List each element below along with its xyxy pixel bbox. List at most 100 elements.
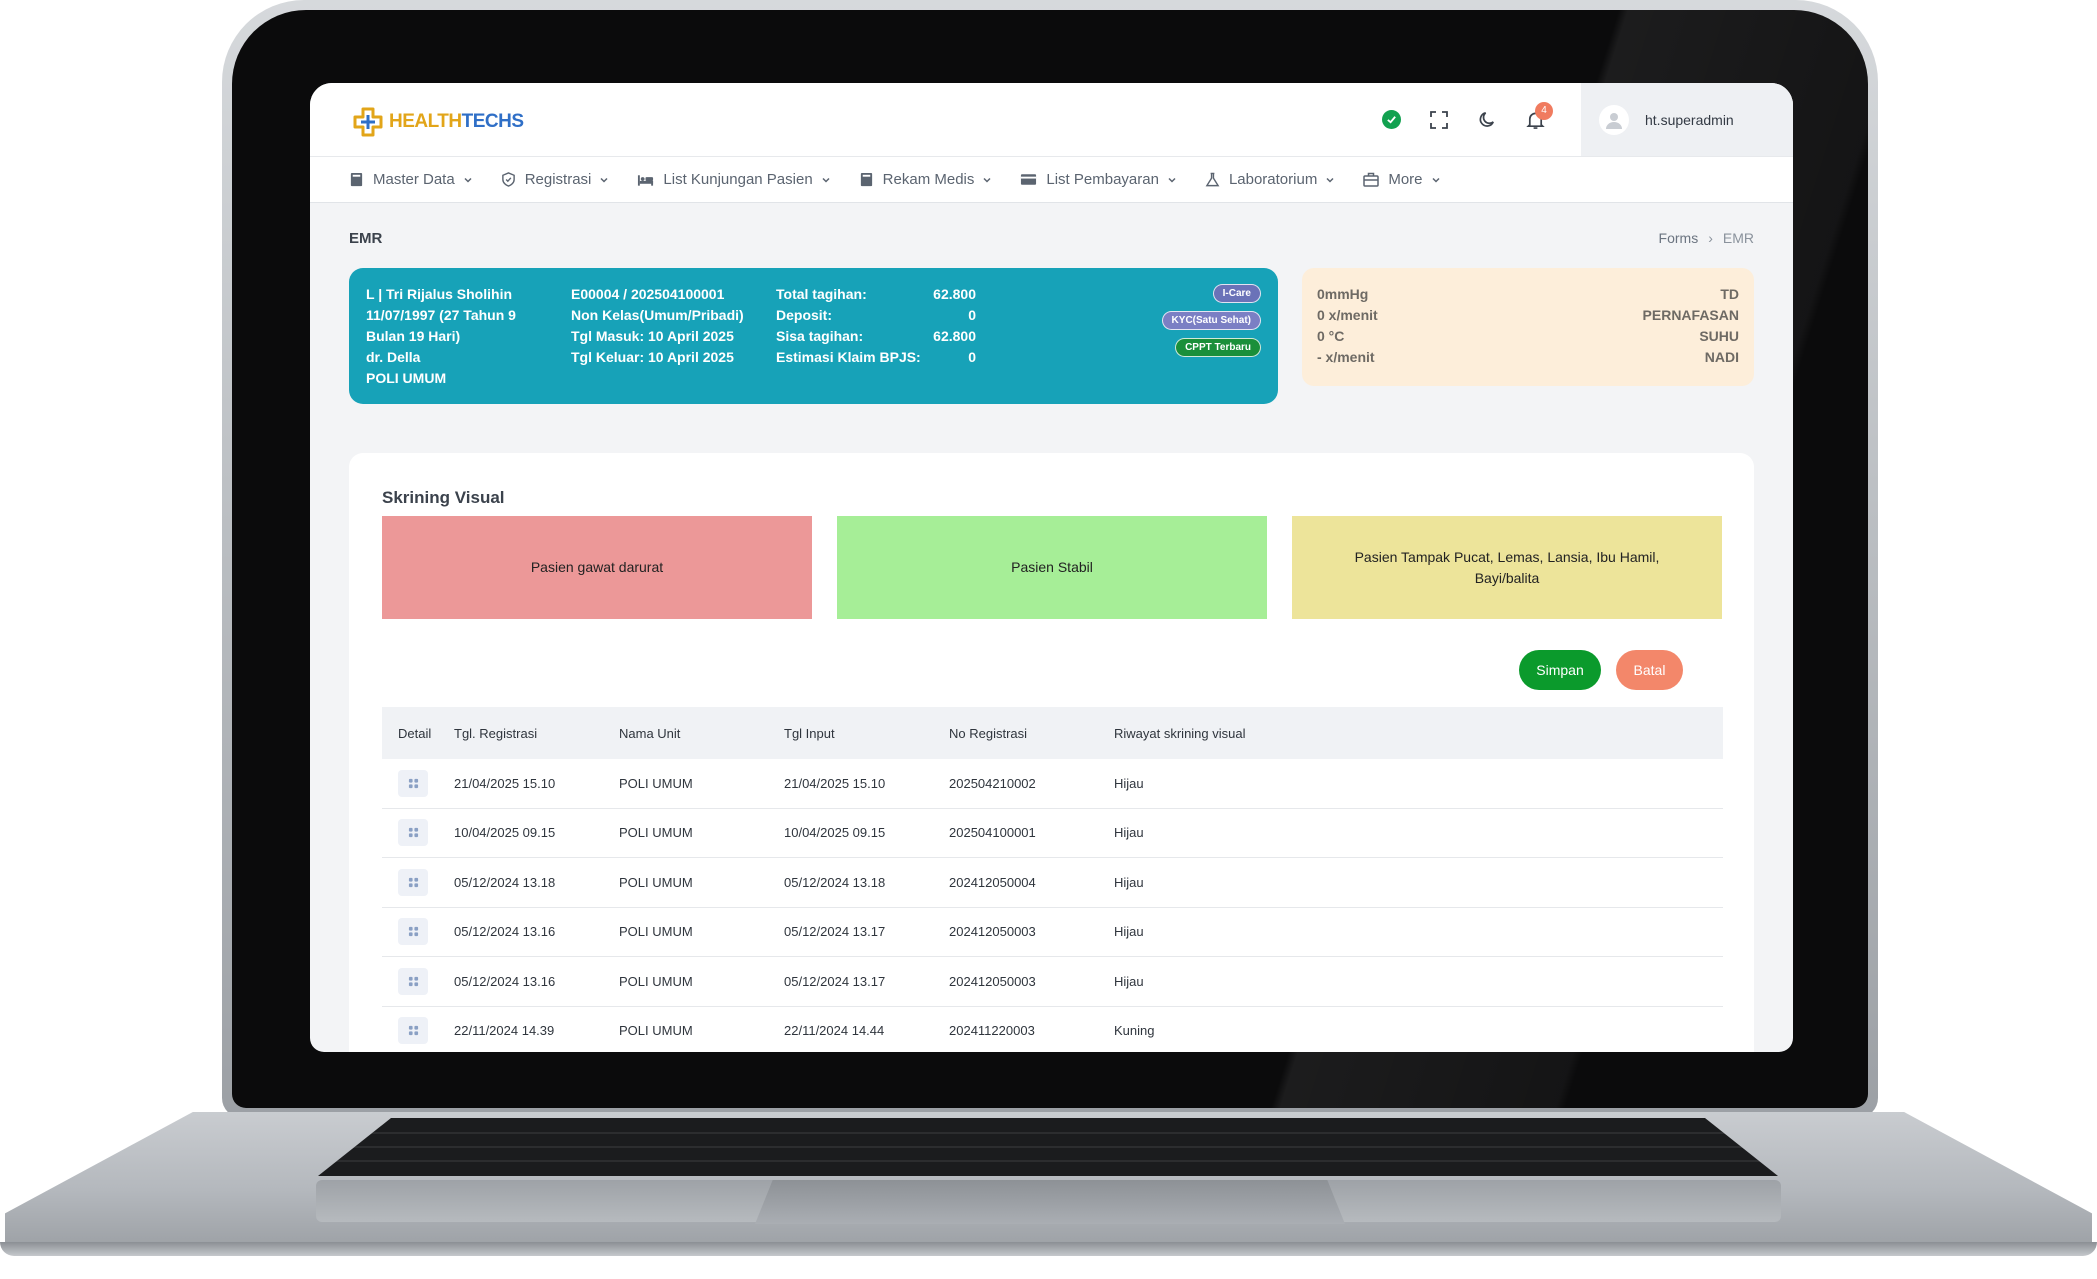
breadcrumb-forms[interactable]: Forms: [1659, 230, 1699, 246]
trackpad: [755, 1180, 1345, 1224]
fullscreen-icon: [1430, 110, 1448, 129]
vital-row: 0mmHg TD: [1317, 284, 1739, 305]
detail-cell: [382, 819, 454, 847]
billing-value: 62.800: [933, 328, 976, 344]
dark-mode-toggle[interactable]: [1463, 96, 1511, 144]
chevron-down-icon: [983, 177, 991, 183]
screening-history-table: Detail Tgl. Registrasi Nama Unit Tgl Inp…: [382, 707, 1723, 1052]
detail-button[interactable]: [398, 918, 428, 946]
column-header: Nama Unit: [619, 725, 681, 741]
detail-cell: [382, 868, 454, 896]
nav-label: Rekam Medis: [882, 171, 975, 188]
laptop-base: [0, 1112, 2097, 1279]
billing-label: Estimasi Klaim BPJS:: [776, 349, 921, 365]
keyboard: [318, 1118, 1778, 1176]
detail-button[interactable]: [398, 868, 428, 896]
save-button[interactable]: Simpan: [1519, 650, 1601, 690]
unit-cell: POLI UMUM: [619, 924, 693, 940]
main-nav: Master Data Registrasi List Kunjungan Pa…: [310, 156, 1793, 203]
column-header: Detail: [398, 725, 432, 741]
detail-button[interactable]: [398, 1017, 428, 1045]
screening-history-cell: Kuning: [1114, 1023, 1155, 1039]
nav-more[interactable]: More: [1363, 171, 1440, 188]
column-header: Tgl. Registrasi: [454, 725, 538, 741]
nav-label: Laboratorium: [1228, 171, 1318, 188]
flask-icon: [1205, 172, 1220, 186]
registration-number-cell: 202412050003: [949, 924, 1036, 940]
notification-button[interactable]: 4: [1511, 96, 1559, 144]
detail-button[interactable]: [398, 967, 428, 995]
input-date-cell: 05/12/2024 13.17: [784, 973, 886, 989]
nav-registrasi[interactable]: Registrasi: [501, 171, 610, 188]
column-header: No Registrasi: [949, 725, 1028, 741]
patient-class: Non Kelas(Umum/Pribadi): [571, 307, 744, 323]
fullscreen-button[interactable]: [1415, 96, 1463, 144]
nav-list-pembayaran[interactable]: List Pembayaran: [1020, 171, 1177, 188]
table-row: 05/12/2024 13.16 POLI UMUM 05/12/2024 13.1…: [382, 957, 1723, 1007]
app-screen: HEALTHTECHS 4 ht.superadmin Master Data …: [310, 83, 1793, 1052]
registration-date-cell: 10/04/2025 09.15: [454, 825, 556, 841]
input-date-cell: 05/12/2024 13.17: [784, 924, 886, 940]
grid-icon: [408, 1026, 418, 1036]
nav-rekam-medis[interactable]: Rekam Medis: [859, 171, 993, 188]
nav-label: More: [1388, 171, 1423, 188]
billing-label: Deposit:: [776, 307, 832, 323]
chevron-down-icon: [1168, 177, 1176, 183]
patient-doctor: dr. Della: [366, 349, 421, 365]
user-menu[interactable]: ht.superadmin: [1581, 83, 1793, 156]
patient-info-card: L | Tri Rijalus Sholihin 11/07/1997 (27 …: [349, 268, 1278, 404]
registration-number-cell: 202412050004: [949, 874, 1036, 890]
nav-list-kunjungan-pasien[interactable]: List Kunjungan Pasien: [637, 171, 830, 188]
shield-icon: [501, 172, 515, 187]
book-icon: [860, 172, 872, 187]
app-logo[interactable]: HEALTHTECHS: [349, 103, 524, 141]
top-bar: HEALTHTECHS 4 ht.superadmin: [310, 83, 1793, 156]
briefcase-icon: [1363, 172, 1380, 187]
detail-cell: [382, 918, 454, 946]
screening-history-cell: Hijau: [1114, 775, 1144, 791]
registration-number-cell: 202504100001: [949, 825, 1036, 841]
cancel-button[interactable]: Batal: [1616, 650, 1683, 690]
cppt-badge[interactable]: CPPT Terbaru: [1175, 338, 1261, 357]
billing-label: Total tagihan:: [776, 286, 867, 302]
status-button[interactable]: [1367, 96, 1415, 144]
avatar: [1599, 104, 1629, 135]
nav-master-data[interactable]: Master Data: [349, 171, 473, 188]
admission-date: Tgl Masuk: 10 April 2025: [571, 328, 734, 344]
book-icon: [350, 172, 363, 187]
billing-row: Estimasi Klaim BPJS: 0: [776, 347, 976, 368]
grid-icon: [408, 778, 418, 788]
triage-stable-option[interactable]: Pasien Stabil: [837, 516, 1267, 619]
nav-laboratorium[interactable]: Laboratorium: [1205, 171, 1335, 188]
kyc-badge[interactable]: KYC(Satu Sehat): [1161, 311, 1261, 330]
chevron-down-icon: [1431, 177, 1440, 183]
detail-button[interactable]: [398, 819, 428, 847]
table-row: 10/04/2025 09.15 POLI UMUM 10/04/2025 09.1…: [382, 809, 1723, 858]
moon-icon: [1479, 112, 1494, 127]
detail-button[interactable]: [398, 769, 428, 797]
table-row: 22/11/2024 14.39 POLI UMUM 22/11/2024 14.4…: [382, 1007, 1723, 1053]
screening-panel: Skrining Visual Pasien gawat darurat Pas…: [349, 453, 1754, 1052]
triage-emergency-option[interactable]: Pasien gawat darurat: [382, 516, 812, 619]
patient-name: L | Tri Rijalus Sholihin: [366, 286, 513, 302]
registration-number-cell: 202411220003: [949, 1023, 1035, 1039]
chevron-down-icon: [600, 177, 608, 183]
logo-text-part1: HEALTH: [389, 111, 462, 132]
page-title: EMR: [349, 230, 383, 247]
vital-label: SUHU: [1699, 328, 1739, 344]
patient-visit: E00004 / 202504100001 Non Kelas(Umum/Pri…: [571, 284, 771, 368]
triage-vulnerable-option[interactable]: Pasien Tampak Pucat, Lemas, Lansia, Ibu …: [1292, 516, 1722, 619]
vital-label: PERNAFASAN: [1642, 307, 1739, 323]
billing-row: Total tagihan: 62.800: [776, 284, 976, 305]
icare-badge[interactable]: I-Care: [1212, 284, 1261, 303]
unit-cell: POLI UMUM: [619, 973, 693, 989]
unit-cell: POLI UMUM: [619, 874, 693, 890]
vital-row: 0 °C SUHU: [1317, 326, 1739, 347]
patient-billing: Total tagihan: 62.800 Deposit: 0 Sisa tagi…: [776, 284, 976, 368]
billing-value: 0: [968, 307, 976, 323]
breadcrumb-current: EMR: [1722, 230, 1754, 246]
screening-history-cell: Hijau: [1114, 973, 1144, 989]
input-date-cell: 10/04/2025 09.15: [784, 825, 886, 841]
column-header: Tgl Input: [784, 725, 835, 741]
vital-row: - x/menit NADI: [1317, 347, 1739, 368]
